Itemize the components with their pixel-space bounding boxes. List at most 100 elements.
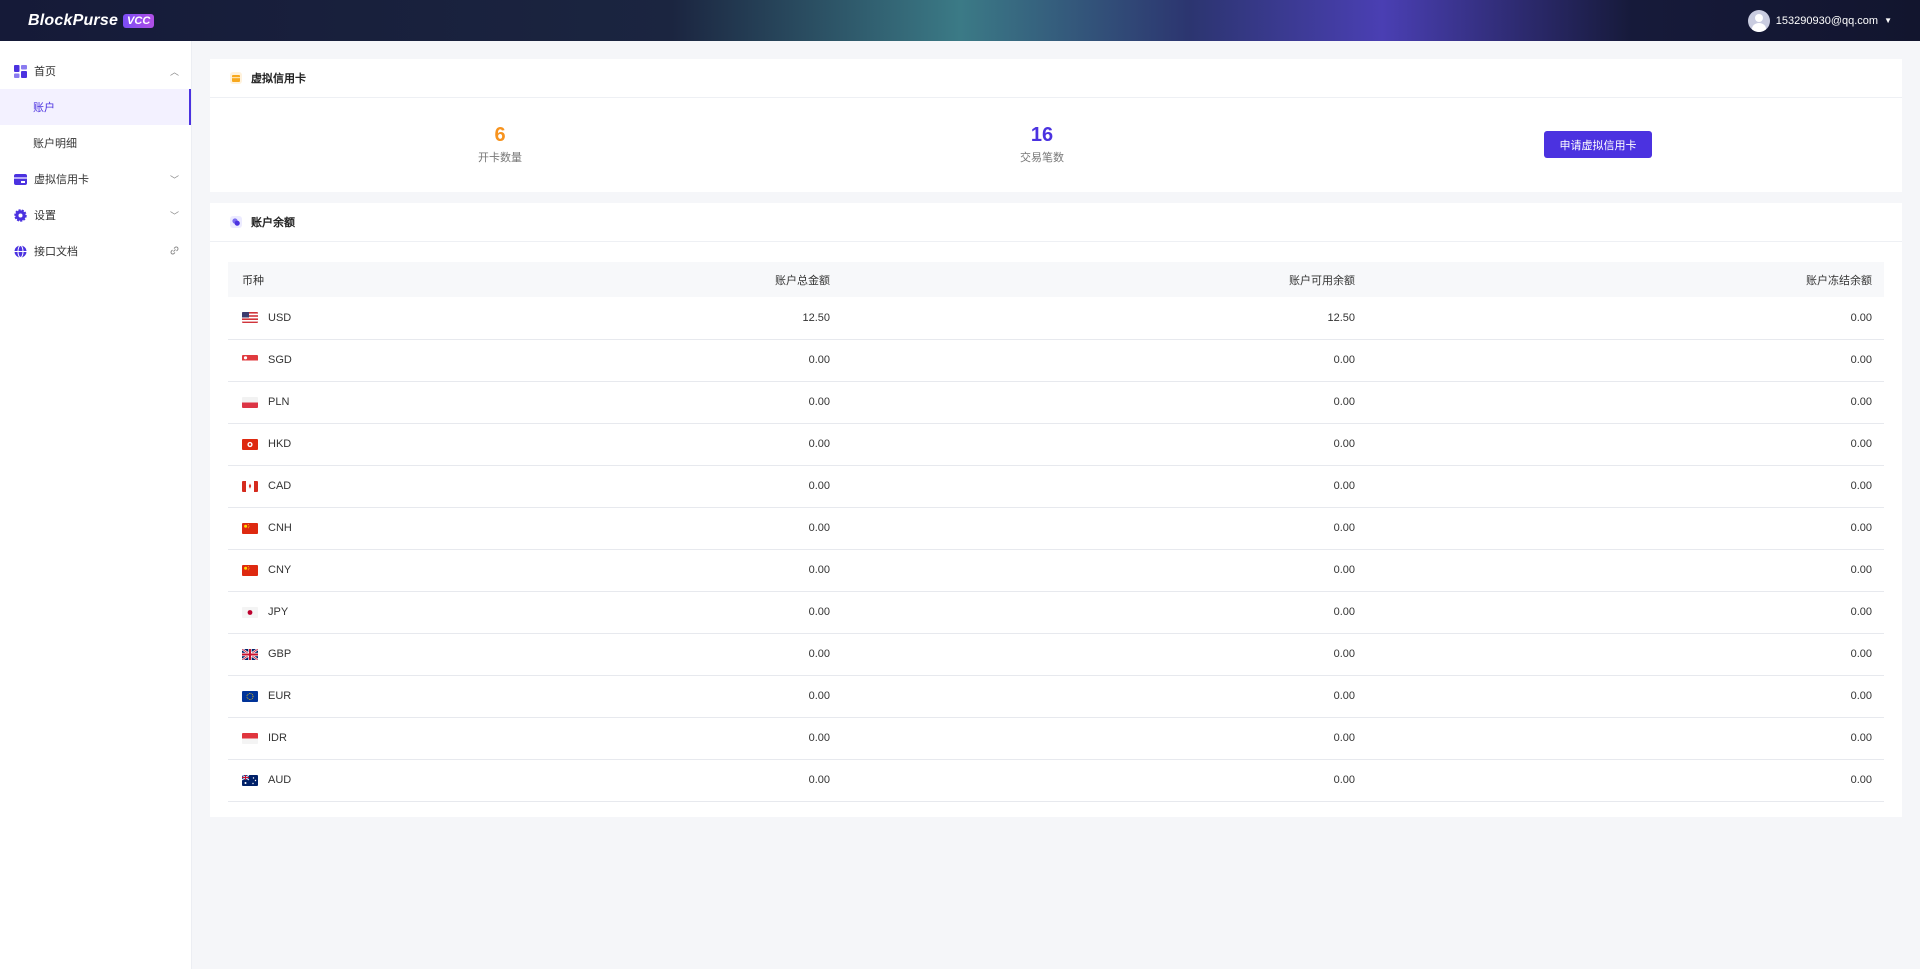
sidebar-item-settings[interactable]: 设置 ﹀ — [0, 197, 191, 233]
apply-virtual-card-button[interactable]: 申请虚拟信用卡 — [1544, 131, 1652, 158]
available-amount: 0.00 — [842, 381, 1367, 424]
currency-code: CAD — [268, 480, 292, 492]
us-flag-icon — [242, 312, 258, 324]
globe-icon — [14, 244, 27, 258]
total-amount: 0.00 — [348, 591, 842, 634]
sidebar-item-home[interactable]: 首页 ︿ — [0, 53, 191, 89]
frozen-amount: 0.00 — [1367, 297, 1884, 340]
total-amount: 0.00 — [348, 633, 842, 676]
sidebar-item-api-docs[interactable]: 接口文档 — [0, 233, 191, 269]
available-amount: 0.00 — [842, 675, 1367, 718]
logo[interactable]: BlockPurse VCC — [28, 12, 155, 30]
open-count-stat: 6 开卡数量 — [450, 124, 550, 165]
ca-flag-icon — [242, 480, 258, 492]
table-row: AUD 0.00 0.00 0.00 — [228, 759, 1884, 802]
au-flag-icon — [242, 774, 258, 786]
card-header: 账户余额 — [210, 203, 1902, 242]
total-amount: 0.00 — [348, 675, 842, 718]
currency-code: CNY — [268, 564, 292, 576]
currency-code: AUD — [268, 774, 292, 786]
table-row: HKD 0.00 0.00 0.00 — [228, 423, 1884, 466]
gear-icon — [14, 208, 27, 222]
available-amount: 0.00 — [842, 717, 1367, 760]
frozen-amount: 0.00 — [1367, 675, 1884, 718]
vcc-summary-card: 虚拟信用卡 6 开卡数量 16 交易笔数 申请虚拟信用卡 — [210, 59, 1902, 192]
currency-code: PLN — [268, 396, 290, 408]
column-header-total: 账户总金额 — [348, 262, 842, 297]
balance-table: 币种 账户总金额 账户可用余额 账户冻结余额 USD 12.50 12.50 0… — [228, 262, 1884, 802]
caret-down-icon: ▼ — [1884, 16, 1892, 25]
sidebar-item-label: 接口文档 — [34, 246, 78, 258]
total-amount: 0.00 — [348, 717, 842, 760]
vcc-stats: 6 开卡数量 16 交易笔数 申请虚拟信用卡 — [210, 98, 1902, 191]
sidebar-item-account[interactable]: 账户 — [0, 89, 191, 125]
currency-code: SGD — [268, 354, 292, 366]
available-amount: 0.00 — [842, 507, 1367, 550]
total-amount: 0.00 — [348, 423, 842, 466]
currency-code: USD — [268, 311, 292, 324]
table-row: USD 12.50 12.50 0.00 — [228, 297, 1884, 340]
sidebar-item-virtual-card[interactable]: 虚拟信用卡 ﹀ — [0, 161, 191, 197]
total-amount: 0.00 — [348, 465, 842, 508]
total-amount: 0.00 — [348, 549, 842, 592]
frozen-amount: 0.00 — [1367, 381, 1884, 424]
table-row: GBP 0.00 0.00 0.00 — [228, 633, 1884, 676]
sidebar: 首页 ︿ 账户 账户明细 虚拟信用卡 ﹀ 设置 ﹀ 接口文档 — [0, 41, 192, 969]
table-row: EUR 0.00 0.00 0.00 — [228, 675, 1884, 718]
txn-count-value: 16 — [1030, 124, 1054, 146]
sg-flag-icon — [242, 354, 258, 366]
frozen-amount: 0.00 — [1367, 591, 1884, 634]
sidebar-item-label: 首页 — [34, 66, 56, 78]
currency-code: HKD — [268, 438, 292, 450]
chevron-down-icon: ﹀ — [169, 174, 179, 185]
table-row: SGD 0.00 0.00 0.00 — [228, 339, 1884, 382]
available-amount: 12.50 — [842, 297, 1367, 340]
table-row: IDR 0.00 0.00 0.00 — [228, 717, 1884, 760]
card-header: 虚拟信用卡 — [210, 59, 1902, 98]
card-title: 账户余额 — [251, 217, 295, 229]
column-header-frozen: 账户冻结余额 — [1367, 262, 1884, 297]
sidebar-item-account-details[interactable]: 账户明细 — [0, 125, 191, 161]
sidebar-item-label: 设置 — [34, 210, 56, 222]
sidebar-item-label: 账户 — [33, 102, 55, 114]
link-icon — [170, 246, 179, 257]
available-amount: 0.00 — [842, 423, 1367, 466]
currency-code: GBP — [268, 648, 292, 660]
table-row: CAD 0.00 0.00 0.00 — [228, 465, 1884, 508]
card-title: 虚拟信用卡 — [251, 73, 306, 85]
frozen-amount: 0.00 — [1367, 759, 1884, 802]
currency-code: CNH — [268, 522, 292, 534]
user-menu[interactable]: 153290930@qq.com ▼ — [1747, 9, 1892, 32]
jp-flag-icon — [242, 606, 258, 618]
frozen-amount: 0.00 — [1367, 507, 1884, 550]
table-row: PLN 0.00 0.00 0.00 — [228, 381, 1884, 424]
sidebar-item-label: 虚拟信用卡 — [34, 174, 89, 186]
id-flag-icon — [242, 732, 258, 744]
frozen-amount: 0.00 — [1367, 633, 1884, 676]
available-amount: 0.00 — [842, 465, 1367, 508]
logo-badge: VCC — [123, 13, 155, 28]
available-amount: 0.00 — [842, 591, 1367, 634]
sidebar-item-label: 账户明细 — [33, 138, 77, 150]
avatar-icon — [1747, 9, 1770, 32]
frozen-amount: 0.00 — [1367, 549, 1884, 592]
cn-flag-icon — [242, 522, 258, 534]
user-email: 153290930@qq.com — [1775, 14, 1879, 27]
chevron-up-icon: ︿ — [169, 66, 179, 77]
total-amount: 0.00 — [348, 759, 842, 802]
frozen-amount: 0.00 — [1367, 717, 1884, 760]
open-count-label: 开卡数量 — [478, 152, 522, 164]
card-icon — [14, 173, 27, 186]
coins-icon — [230, 216, 242, 228]
account-balance-card: 账户余额 币种 账户总金额 账户可用余额 账户冻结余额 USD 12.50 12… — [210, 203, 1902, 817]
available-amount: 0.00 — [842, 549, 1367, 592]
currency-code: IDR — [268, 732, 287, 744]
dashboard-icon — [14, 64, 27, 78]
total-amount: 0.00 — [348, 381, 842, 424]
frozen-amount: 0.00 — [1367, 465, 1884, 508]
currency-code: JPY — [268, 606, 289, 618]
table-row: CNY 0.00 0.00 0.00 — [228, 549, 1884, 592]
total-amount: 12.50 — [348, 297, 842, 340]
available-amount: 0.00 — [842, 339, 1367, 382]
gb-flag-icon — [242, 648, 258, 660]
